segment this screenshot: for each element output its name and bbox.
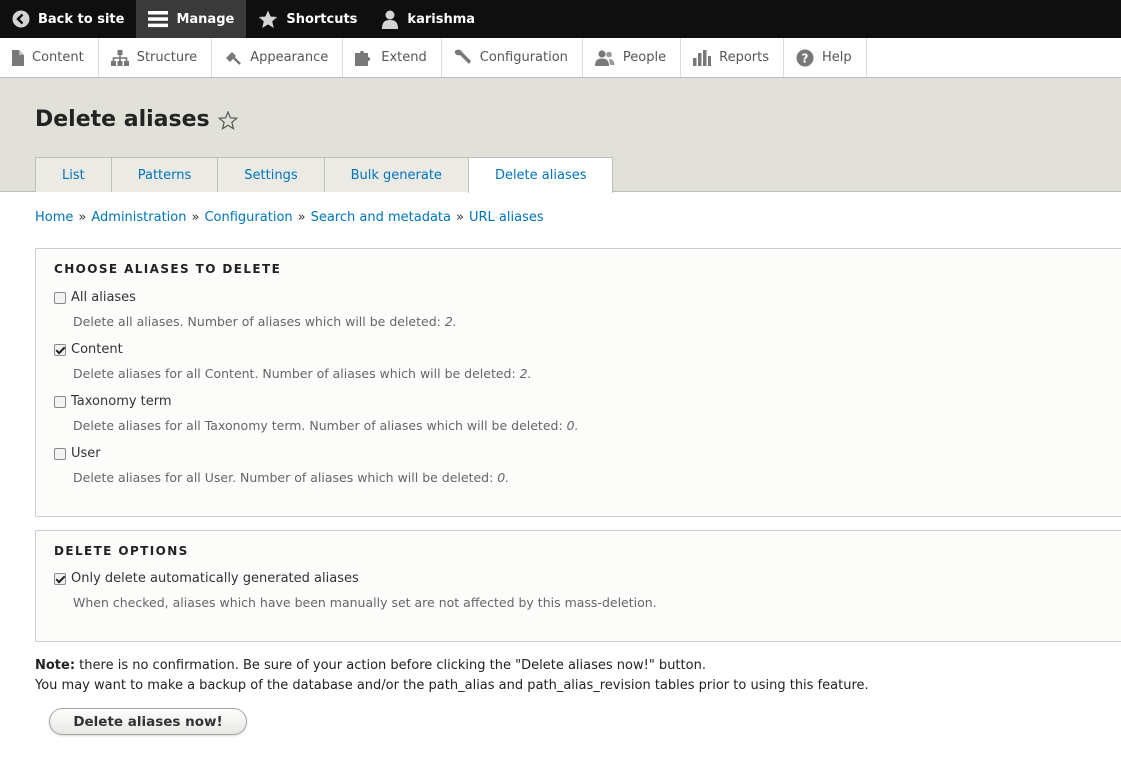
user-icon bbox=[382, 10, 399, 29]
tray-label: Structure bbox=[136, 50, 198, 65]
back-to-site-link[interactable]: Back to site bbox=[0, 0, 136, 38]
shortcuts-label: Shortcuts bbox=[286, 11, 358, 27]
page-title: Delete aliases bbox=[35, 107, 210, 132]
puzzle-icon bbox=[355, 50, 371, 66]
svg-text:?: ? bbox=[802, 51, 809, 65]
help-icon: ? bbox=[796, 49, 814, 66]
breadcrumb-administration[interactable]: Administration bbox=[91, 210, 186, 225]
auto-generated-label[interactable]: Only delete automatically generated alia… bbox=[54, 571, 657, 586]
tray-item-appearance[interactable]: Appearance bbox=[212, 38, 344, 77]
wrench-icon bbox=[454, 49, 471, 64]
option-description: Delete aliases for all Content. Number o… bbox=[73, 366, 532, 381]
option-label: Only delete automatically generated alia… bbox=[71, 571, 359, 586]
user-label[interactable]: User bbox=[54, 446, 509, 461]
tab-settings[interactable]: Settings bbox=[217, 157, 324, 192]
option-taxonomy-term: Taxonomy term Delete aliases for all Tax… bbox=[54, 394, 579, 433]
primary-tabs: List Patterns Settings Bulk generate Del… bbox=[35, 157, 614, 193]
breadcrumb-separator: » bbox=[78, 210, 87, 225]
option-description: When checked, aliases which have been ma… bbox=[73, 595, 657, 610]
breadcrumb-separator: » bbox=[456, 210, 464, 225]
toolbar-bar: Back to site Manage Shortcuts karishma bbox=[0, 0, 1121, 38]
all-aliases-checkbox[interactable] bbox=[54, 291, 66, 304]
tray-item-reports[interactable]: Reports bbox=[681, 38, 784, 77]
tray-label: People bbox=[622, 50, 667, 65]
option-description: Delete aliases for all User. Number of a… bbox=[73, 470, 510, 485]
shortcuts-tab[interactable]: Shortcuts bbox=[246, 0, 369, 38]
note-line1: there is no confirmation. Be sure of you… bbox=[75, 658, 706, 673]
tray-label: Configuration bbox=[479, 50, 568, 65]
auto-generated-checkbox[interactable] bbox=[54, 572, 66, 585]
tray-label: Reports bbox=[719, 50, 769, 65]
tray-item-extend[interactable]: Extend bbox=[343, 38, 442, 77]
content-checkbox[interactable] bbox=[54, 343, 66, 356]
tab-list[interactable]: List bbox=[35, 157, 111, 192]
back-arrow-icon bbox=[12, 10, 30, 28]
tray-item-help[interactable]: ? Help bbox=[784, 38, 867, 77]
breadcrumb-search-metadata[interactable]: Search and metadata bbox=[311, 210, 451, 225]
option-label: User bbox=[71, 446, 101, 461]
admin-tray: Content Structure Appearance Extend Conf… bbox=[0, 38, 1121, 78]
content-label[interactable]: Content bbox=[54, 342, 532, 357]
tray-item-people[interactable]: People bbox=[583, 38, 682, 77]
alias-count: 0. bbox=[497, 470, 510, 485]
tray-item-content[interactable]: Content bbox=[0, 38, 99, 77]
option-label: All aliases bbox=[71, 290, 136, 305]
tray-item-structure[interactable]: Structure bbox=[99, 38, 213, 77]
note-line2: You may want to make a backup of the dat… bbox=[35, 678, 869, 693]
tray-label: Extend bbox=[381, 50, 427, 65]
tab-delete-aliases[interactable]: Delete aliases bbox=[467, 157, 614, 193]
tab-patterns[interactable]: Patterns bbox=[110, 157, 218, 192]
breadcrumb-configuration[interactable]: Configuration bbox=[204, 210, 292, 225]
back-to-site-label: Back to site bbox=[38, 11, 125, 27]
menu-icon bbox=[148, 11, 169, 28]
delete-aliases-now-button[interactable]: Delete aliases now! bbox=[49, 708, 247, 735]
tray-label: Help bbox=[822, 50, 852, 65]
fieldset-legend: Delete options bbox=[54, 544, 189, 558]
alias-count: 2. bbox=[444, 314, 457, 329]
option-content: Content Delete aliases for all Content. … bbox=[54, 342, 532, 381]
delete-options-fieldset: Delete options Only delete automatically… bbox=[35, 530, 1121, 642]
all-aliases-label[interactable]: All aliases bbox=[54, 290, 457, 305]
choose-aliases-fieldset: Choose aliases to delete All aliases Del… bbox=[35, 248, 1121, 517]
breadcrumb-separator: » bbox=[297, 210, 306, 225]
user-checkbox[interactable] bbox=[54, 447, 66, 460]
people-icon bbox=[594, 49, 615, 66]
option-auto-generated: Only delete automatically generated alia… bbox=[54, 571, 657, 610]
option-label: Taxonomy term bbox=[71, 394, 172, 409]
paint-icon bbox=[226, 51, 242, 65]
note-bold: Note: bbox=[35, 658, 76, 673]
breadcrumb-url-aliases[interactable]: URL aliases bbox=[469, 210, 544, 225]
option-user: User Delete aliases for all User. Number… bbox=[54, 446, 509, 485]
tray-label: Content bbox=[32, 50, 84, 65]
breadcrumb: Home » Administration » Configuration » … bbox=[35, 210, 544, 225]
bar-chart-icon bbox=[693, 49, 712, 66]
manage-label: Manage bbox=[176, 11, 235, 27]
taxonomy-term-label[interactable]: Taxonomy term bbox=[54, 394, 579, 409]
tray-item-configuration[interactable]: Configuration bbox=[442, 38, 583, 77]
page-header: Delete aliases List Patterns Settings Bu… bbox=[0, 79, 1121, 193]
breadcrumb-separator: » bbox=[191, 210, 200, 225]
structure-icon bbox=[110, 49, 129, 66]
user-label: karishma bbox=[407, 11, 476, 27]
tab-bulk-generate[interactable]: Bulk generate bbox=[323, 157, 468, 192]
option-description: Delete aliases for all Taxonomy term. Nu… bbox=[73, 418, 579, 433]
option-description: Delete all aliases. Number of aliases wh… bbox=[73, 314, 457, 329]
shortcut-star-icon[interactable] bbox=[217, 111, 238, 130]
fieldset-legend: Choose aliases to delete bbox=[54, 262, 282, 276]
option-label: Content bbox=[71, 342, 123, 357]
option-all-aliases: All aliases Delete all aliases. Number o… bbox=[54, 290, 457, 329]
breadcrumb-home[interactable]: Home bbox=[35, 210, 73, 225]
taxonomy-term-checkbox[interactable] bbox=[54, 395, 66, 408]
document-icon bbox=[12, 49, 24, 66]
alias-count: 0. bbox=[566, 418, 579, 433]
manage-tab[interactable]: Manage bbox=[136, 0, 247, 38]
page-title-wrap: Delete aliases bbox=[35, 107, 238, 132]
note-text: Note: there is no confirmation. Be sure … bbox=[35, 656, 869, 696]
tray-label: Appearance bbox=[250, 50, 329, 65]
alias-count: 2. bbox=[519, 366, 532, 381]
star-icon bbox=[259, 10, 278, 28]
user-tab[interactable]: karishma bbox=[369, 0, 487, 38]
